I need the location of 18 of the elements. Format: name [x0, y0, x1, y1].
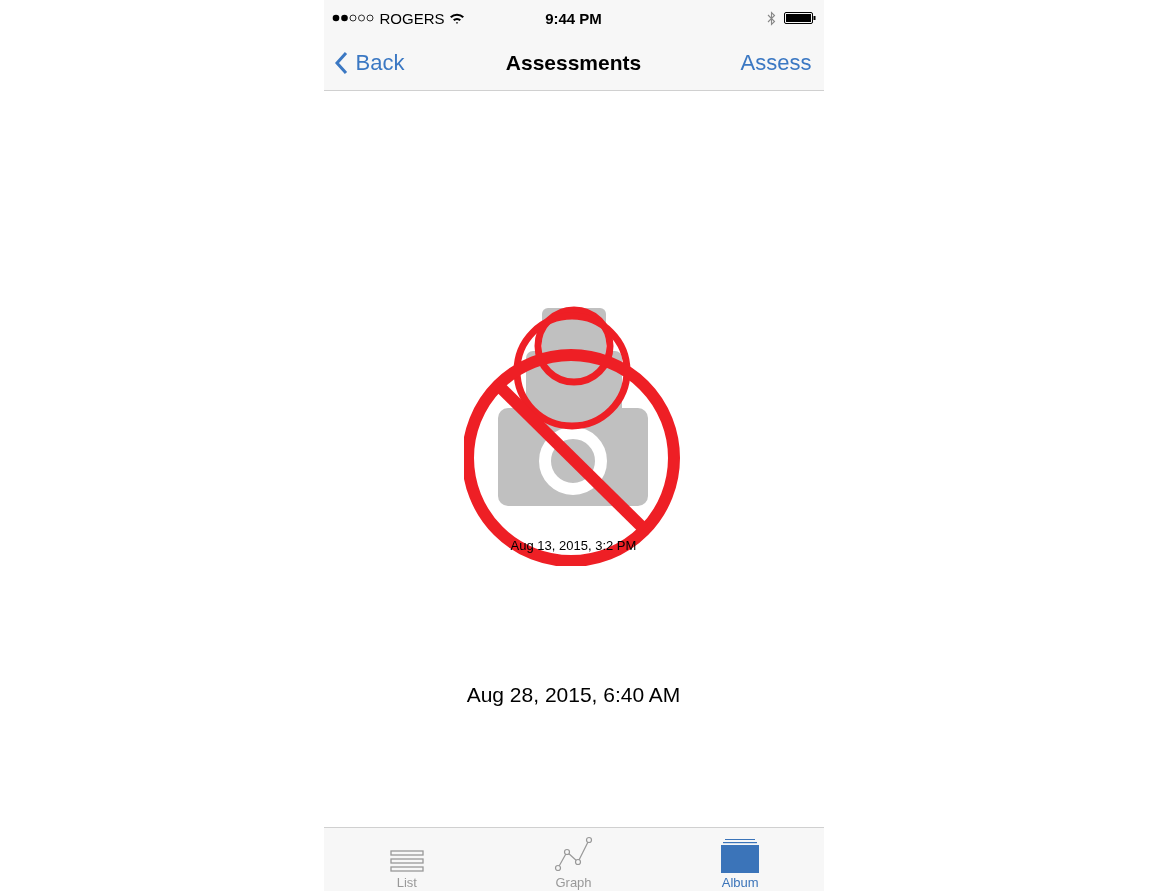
bluetooth-icon: [766, 10, 776, 26]
photo-caption: Aug 13, 2015, 3:2 PM: [510, 538, 637, 553]
album-icon: [721, 839, 760, 873]
carrier-name: ROGERS: [379, 9, 445, 27]
nav-title: Assessments: [505, 51, 642, 75]
chevron-left-icon: [333, 51, 348, 75]
signal-icon: [331, 14, 376, 22]
graph-icon: [553, 835, 594, 873]
status-time: 9:44 PM: [545, 9, 602, 27]
assess-button[interactable]: Assess: [740, 50, 812, 76]
tab[interactable]: Album: [656, 828, 824, 891]
photo-date: Aug 28, 2015, 6:40 AM: [466, 683, 681, 707]
back-button[interactable]: Back: [333, 50, 405, 76]
tab[interactable]: Graph: [490, 828, 657, 891]
wifi-icon: [448, 12, 465, 24]
tab[interactable]: List: [323, 828, 491, 891]
battery-icon: [783, 12, 816, 24]
list-icon: [389, 849, 424, 873]
